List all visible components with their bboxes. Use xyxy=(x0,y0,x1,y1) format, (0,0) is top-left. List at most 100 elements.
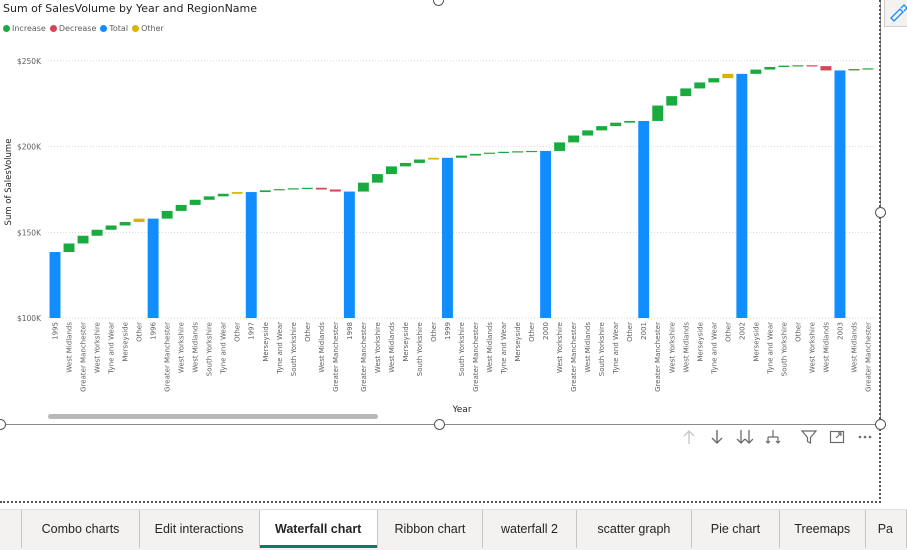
bar-total[interactable] xyxy=(245,192,257,318)
bar-total[interactable] xyxy=(343,191,355,318)
bar-increase[interactable] xyxy=(848,69,860,71)
bar-increase[interactable] xyxy=(484,152,496,154)
bar-increase[interactable] xyxy=(175,204,187,211)
more-options-icon[interactable] xyxy=(856,428,874,446)
bar-increase[interactable] xyxy=(203,196,215,200)
bar-increase[interactable] xyxy=(512,151,524,153)
bar-increase[interactable] xyxy=(217,193,229,197)
x-tick-label: Other xyxy=(234,322,242,342)
bar-total[interactable] xyxy=(49,252,61,318)
tab-scatter-graph[interactable]: scatter graph xyxy=(577,510,692,548)
resize-handle-right[interactable] xyxy=(875,207,886,218)
bar-increase[interactable] xyxy=(385,166,397,175)
tab-treemaps[interactable]: Treemaps xyxy=(780,510,866,548)
resize-handle-left[interactable] xyxy=(0,419,6,430)
bar-total[interactable] xyxy=(638,120,650,318)
x-tick-label: Other xyxy=(304,322,312,342)
bar-increase[interactable] xyxy=(119,222,131,226)
bar-other[interactable] xyxy=(427,157,439,160)
bar-total[interactable] xyxy=(442,157,453,318)
tab-pie-chart[interactable]: Pie chart xyxy=(692,510,780,548)
bar-increase[interactable] xyxy=(259,190,271,193)
horizontal-scrollbar-thumb[interactable] xyxy=(48,414,378,419)
x-tick-label: Greater Manchester xyxy=(654,322,662,392)
format-pane-toggle[interactable] xyxy=(884,0,907,27)
filter-icon[interactable] xyxy=(800,428,818,446)
bar-increase[interactable] xyxy=(610,122,622,127)
bar-increase[interactable] xyxy=(456,155,467,158)
bar-increase[interactable] xyxy=(582,130,594,136)
bar-increase[interactable] xyxy=(666,96,678,106)
bar-increase[interactable] xyxy=(77,235,89,244)
bar-increase[interactable] xyxy=(694,82,706,89)
bar-increase[interactable] xyxy=(470,153,481,156)
bar-increase[interactable] xyxy=(105,225,117,230)
x-tick-label: West Midlands xyxy=(682,322,690,373)
bar-increase[interactable] xyxy=(554,142,566,151)
bar-increase[interactable] xyxy=(63,243,75,253)
tab-waterfall-chart[interactable]: Waterfall chart xyxy=(259,510,378,548)
x-tick-label: Greater Manchester xyxy=(80,322,88,392)
resize-handle-bottom[interactable] xyxy=(434,419,445,430)
resize-handle-bottom-right[interactable] xyxy=(875,419,886,430)
bar-increase[interactable] xyxy=(652,105,664,121)
bar-other[interactable] xyxy=(722,73,734,79)
tab-waterfall-2[interactable]: waterfall 2 xyxy=(483,510,577,548)
tab-combo-charts[interactable]: Combo charts xyxy=(22,510,140,548)
tab-scroll-left[interactable] xyxy=(0,510,23,548)
bar-other[interactable] xyxy=(231,192,243,194)
bar-increase[interactable] xyxy=(750,69,762,74)
report-canvas: Sum of SalesVolume by Year and RegionNam… xyxy=(0,0,907,550)
bar-decrease[interactable] xyxy=(820,66,832,71)
bar-total[interactable] xyxy=(736,73,748,318)
bar-increase[interactable] xyxy=(596,126,608,131)
tab-ribbon-chart[interactable]: Ribbon chart xyxy=(378,510,484,548)
x-tick-label: Merseyside xyxy=(514,322,522,362)
expand-hierarchy-icon[interactable] xyxy=(764,428,782,446)
x-tick-label: South Yorkshire xyxy=(780,322,788,376)
x-tick-label: West Yorkshire xyxy=(178,322,186,373)
bar-decrease[interactable] xyxy=(329,189,341,192)
arrow-up-icon[interactable] xyxy=(680,428,698,446)
bar-total[interactable] xyxy=(834,70,846,318)
bar-decrease[interactable] xyxy=(315,187,327,190)
bar-increase[interactable] xyxy=(792,65,804,67)
x-tick-label: West Yorkshire xyxy=(374,322,382,373)
bar-increase[interactable] xyxy=(161,210,173,219)
bar-increase[interactable] xyxy=(498,151,510,154)
x-tick-label: Merseyside xyxy=(122,322,130,362)
bar-total[interactable] xyxy=(147,218,159,318)
bar-increase[interactable] xyxy=(624,120,636,123)
bar-increase[interactable] xyxy=(778,65,790,67)
visual-header-toolbar xyxy=(680,428,874,446)
bar-increase[interactable] xyxy=(399,162,411,167)
x-tick-label: West Yorkshire xyxy=(808,322,816,373)
bar-increase[interactable] xyxy=(526,150,538,153)
bar-increase[interactable] xyxy=(287,188,299,190)
bar-total[interactable] xyxy=(540,150,552,318)
bar-decrease[interactable] xyxy=(806,65,818,67)
bar-increase[interactable] xyxy=(413,159,425,163)
bar-increase[interactable] xyxy=(301,187,313,189)
bar-other[interactable] xyxy=(133,218,145,223)
bar-increase[interactable] xyxy=(357,182,369,192)
x-tick-label: Merseyside xyxy=(696,322,704,362)
bar-increase[interactable] xyxy=(708,78,720,83)
bar-increase[interactable] xyxy=(371,174,383,183)
double-arrow-down-icon[interactable] xyxy=(736,428,754,446)
tab-edit-interactions[interactable]: Edit interactions xyxy=(140,510,260,548)
x-tick-label: Other xyxy=(724,322,732,342)
bar-increase[interactable] xyxy=(273,189,285,191)
bar-increase[interactable] xyxy=(764,66,776,70)
bar-increase[interactable] xyxy=(189,199,201,205)
focus-mode-icon[interactable] xyxy=(828,428,846,446)
bar-increase[interactable] xyxy=(568,135,580,143)
tab-partial[interactable]: Pa xyxy=(866,510,907,548)
bar-increase[interactable] xyxy=(680,88,692,97)
arrow-down-icon[interactable] xyxy=(708,428,726,446)
selection-border-bottom xyxy=(0,501,881,503)
bar-increase[interactable] xyxy=(862,68,874,70)
bar-increase[interactable] xyxy=(91,229,103,236)
x-tick-label: Greater Manchester xyxy=(360,322,368,392)
x-tick-label: South Yorkshire xyxy=(206,322,214,376)
